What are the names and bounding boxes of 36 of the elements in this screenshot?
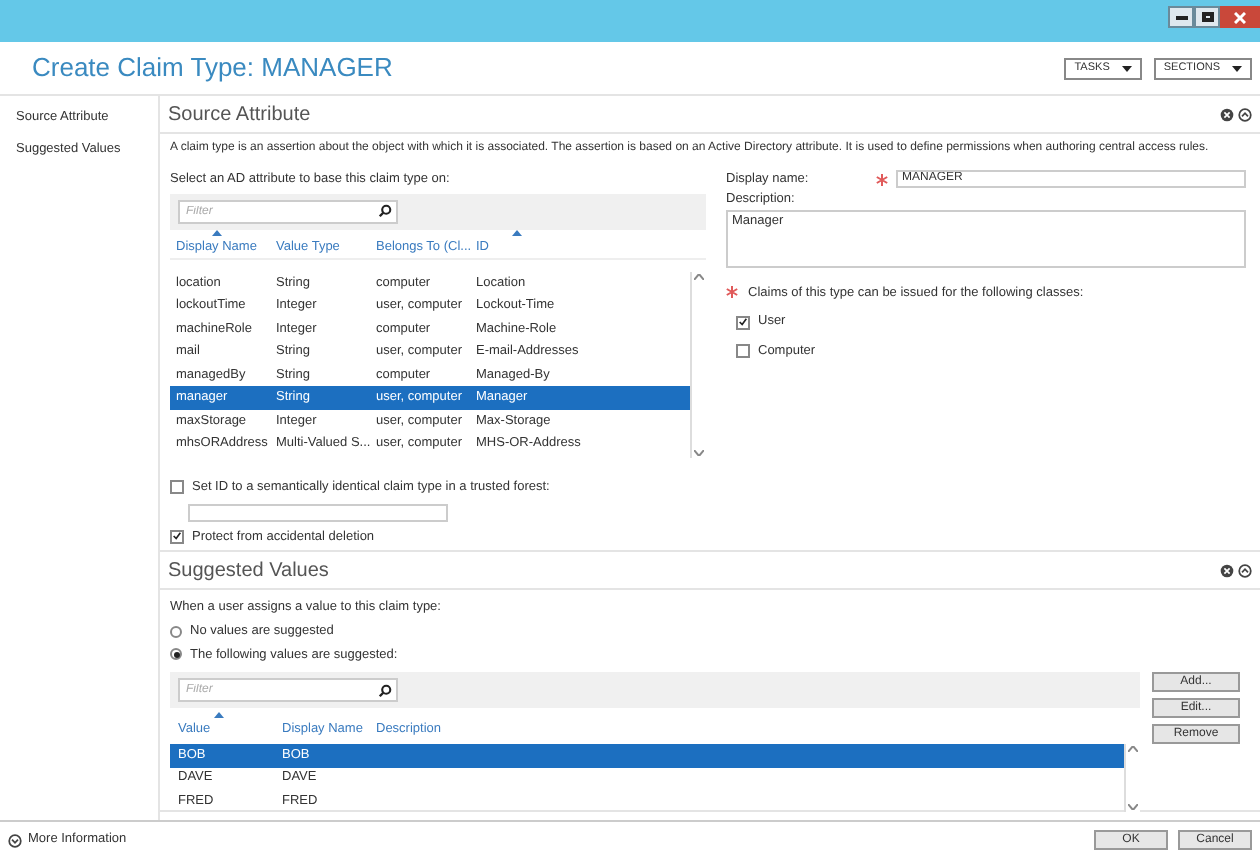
close-button[interactable]: [1220, 6, 1260, 28]
search-icon[interactable]: [378, 204, 392, 219]
sort-arrow-icon: [212, 230, 222, 236]
close-icon[interactable]: [1220, 563, 1234, 577]
checkbox[interactable]: [736, 315, 750, 330]
checkbox[interactable]: [170, 529, 184, 544]
radio-button[interactable]: [170, 625, 182, 638]
expand-icon[interactable]: [8, 833, 22, 847]
checkbox[interactable]: [170, 480, 184, 495]
collapse-icon[interactable]: [1238, 107, 1252, 121]
caret-icon: [1232, 65, 1242, 71]
scroll-down-icon[interactable]: [1128, 804, 1138, 811]
scrollbar[interactable]: [1124, 744, 1140, 813]
scroll-up-icon[interactable]: [694, 273, 704, 280]
section-title: Suggested Values: [168, 557, 329, 585]
checkmark-icon: [172, 530, 182, 543]
caret-icon: [1121, 65, 1132, 71]
checkbox[interactable]: [736, 344, 750, 359]
required-icon: [876, 173, 888, 186]
window-title: Create Claim Type: MANAGER: [32, 50, 393, 87]
minimize-button[interactable]: [1168, 6, 1194, 28]
scrollbar[interactable]: [690, 271, 706, 458]
forest-id-field[interactable]: [188, 503, 448, 521]
close-icon[interactable]: [1220, 107, 1234, 121]
checkmark-icon: [738, 316, 748, 329]
search-icon[interactable]: [378, 683, 392, 698]
scroll-up-icon[interactable]: [1128, 746, 1138, 753]
close-icon: [1234, 11, 1246, 23]
sort-arrow-icon: [214, 711, 224, 717]
scroll-down-icon[interactable]: [694, 449, 704, 456]
radio-button[interactable]: [170, 648, 182, 661]
section-title: Source Attribute: [168, 101, 311, 129]
required-icon: [726, 286, 738, 299]
maximize-button[interactable]: [1194, 6, 1220, 28]
collapse-icon[interactable]: [1238, 563, 1252, 577]
sort-arrow-icon: [512, 230, 522, 236]
